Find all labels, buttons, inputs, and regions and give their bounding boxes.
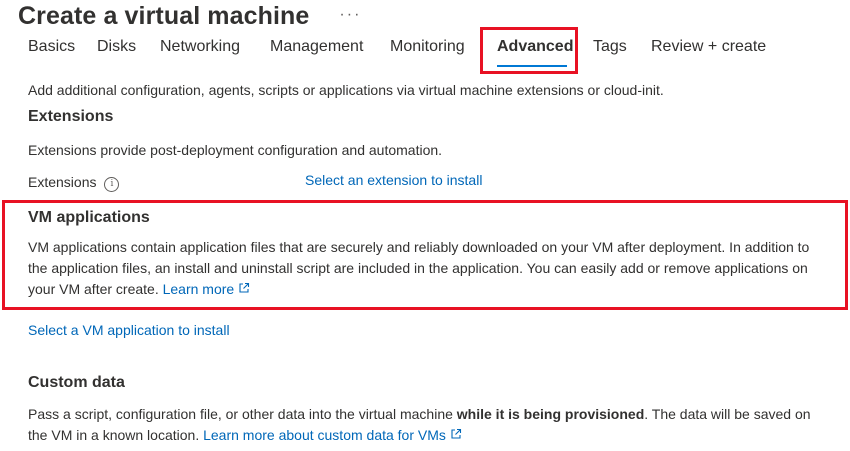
custom-data-text-part2: . The data will be saved on [644, 406, 811, 422]
custom-data-learn-more-label[interactable]: Learn more about custom data for VMs [203, 427, 446, 443]
vm-applications-description-line1: VM applications contain application file… [28, 239, 810, 255]
tab-monitoring[interactable]: Monitoring [390, 38, 465, 56]
tab-tags[interactable]: Tags [593, 38, 627, 56]
vm-applications-description-line3-row: your VM after create. Learn more [28, 279, 843, 300]
custom-data-heading: Custom data [28, 374, 125, 391]
select-extension-link[interactable]: Select an extension to install [305, 170, 482, 190]
tab-basics[interactable]: Basics [28, 38, 75, 56]
custom-data-description-line1: Pass a script, configuration file, or ot… [28, 404, 843, 425]
extensions-description: Extensions provide post-deployment confi… [28, 142, 443, 158]
select-vm-application-link[interactable]: Select a VM application to install [28, 320, 230, 340]
page: Create a virtual machine ··· Basics Disk… [0, 0, 850, 451]
vm-applications-description: VM applications contain application file… [28, 237, 843, 300]
tab-review-create[interactable]: Review + create [651, 38, 766, 56]
title-row: Create a virtual machine ··· [18, 2, 361, 31]
learn-more-link[interactable]: Learn more [163, 281, 251, 297]
extensions-heading: Extensions [28, 108, 114, 125]
extensions-field-label-row: Extensions i [28, 172, 120, 192]
extensions-field-label: Extensions [28, 174, 97, 190]
custom-data-description: Pass a script, configuration file, or ot… [28, 404, 843, 446]
vm-applications-description-line2: the application files, an install and un… [28, 260, 808, 276]
tab-networking[interactable]: Networking [160, 38, 240, 56]
vm-applications-description-line3: your VM after create. [28, 281, 159, 297]
custom-data-description-line2: the VM in a known location. [28, 427, 200, 443]
page-title: Create a virtual machine [18, 2, 310, 30]
more-options-icon[interactable]: ··· [339, 6, 361, 24]
custom-data-learn-more-link[interactable]: Learn more about custom data for VMs [203, 427, 462, 443]
custom-data-text-part1: Pass a script, configuration file, or ot… [28, 406, 457, 422]
vm-applications-heading: VM applications [28, 209, 150, 226]
external-link-icon [450, 425, 462, 446]
external-link-icon [238, 279, 250, 300]
tab-management[interactable]: Management [270, 38, 363, 56]
tab-disks[interactable]: Disks [97, 38, 136, 56]
advanced-tab-highlight [480, 27, 578, 74]
custom-data-description-line2-row: the VM in a known location. Learn more a… [28, 425, 843, 446]
learn-more-label[interactable]: Learn more [163, 281, 235, 297]
info-icon[interactable]: i [104, 177, 120, 192]
intro-text: Add additional configuration, agents, sc… [28, 82, 664, 98]
custom-data-text-bold: while it is being provisioned [456, 406, 645, 422]
